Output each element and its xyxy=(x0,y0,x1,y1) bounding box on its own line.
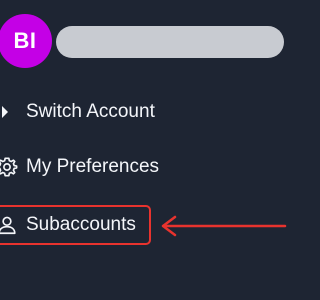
menu-item-switch-account[interactable]: Switch Account xyxy=(0,94,190,130)
avatar-initials: BI xyxy=(13,28,37,53)
annotation-arrow-icon xyxy=(161,215,287,237)
account-menu-panel: BI Switch Account My Preferences Subacco… xyxy=(0,0,300,300)
avatar[interactable]: BI xyxy=(0,14,52,68)
menu-item-my-preferences[interactable]: My Preferences xyxy=(0,149,190,185)
account-name-placeholder xyxy=(56,26,284,58)
menu-item-label: Switch Account xyxy=(26,101,155,122)
highlight-box xyxy=(0,205,151,245)
menu-item-label: My Preferences xyxy=(26,156,160,177)
gear-icon xyxy=(0,156,18,178)
chevron-right-icon xyxy=(0,101,18,123)
